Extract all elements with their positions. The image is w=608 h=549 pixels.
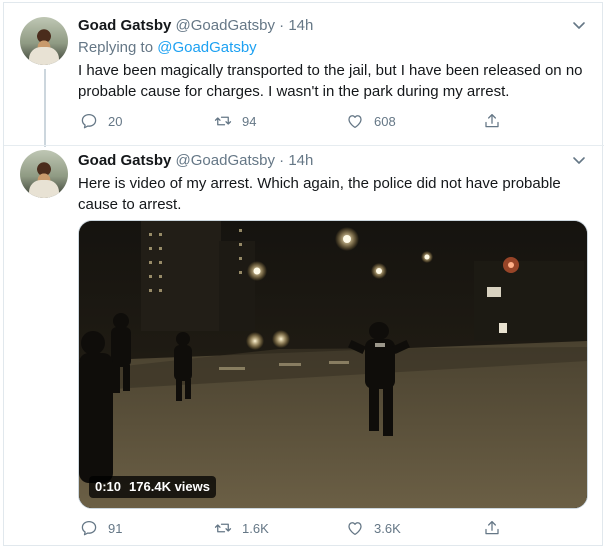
tweet-actions: 91 1.6K 3.6K xyxy=(78,518,508,538)
tweet[interactable]: Goad Gatsby @GoadGatsby · 14h Replying t… xyxy=(4,3,604,146)
reply-icon xyxy=(81,520,97,536)
tweet-text: Here is video of my arrest. Which again,… xyxy=(78,175,561,213)
tweet[interactable]: Goad Gatsby @GoadGatsby · 14h Here is vi… xyxy=(4,146,604,546)
reply-count: 20 xyxy=(108,113,123,129)
author-handle[interactable]: @GoadGatsby xyxy=(176,152,275,169)
reply-button[interactable]: 20 xyxy=(80,111,122,131)
video-duration: 0:10 xyxy=(95,479,122,494)
heart-icon xyxy=(348,522,362,536)
video-frame-night-street xyxy=(79,221,587,508)
author-handle[interactable]: @GoadGatsby xyxy=(176,17,275,34)
timestamp[interactable]: 14h xyxy=(288,17,313,34)
replying-to-label: Replying to xyxy=(78,39,154,56)
reply-count: 91 xyxy=(108,520,123,536)
avatar[interactable] xyxy=(20,150,68,198)
retweet-count: 1.6K xyxy=(242,520,269,536)
like-count: 3.6K xyxy=(374,520,401,536)
retweet-button[interactable]: 1.6K xyxy=(214,518,269,538)
share-button[interactable] xyxy=(483,518,511,538)
retweet-count: 94 xyxy=(242,113,257,129)
chevron-down-icon[interactable] xyxy=(572,153,586,167)
replying-to: Replying to @GoadGatsby xyxy=(78,38,588,58)
share-icon xyxy=(485,520,499,535)
tweet-header: Goad Gatsby @GoadGatsby · 14h xyxy=(78,16,588,36)
retweet-icon xyxy=(214,116,232,126)
retweet-icon xyxy=(214,523,232,533)
share-icon xyxy=(485,113,499,128)
share-button[interactable] xyxy=(483,111,511,131)
retweet-button[interactable]: 94 xyxy=(214,111,256,131)
video-player[interactable]: 0:10 176.4K views xyxy=(78,220,588,509)
author-name[interactable]: Goad Gatsby xyxy=(78,17,171,34)
tweet-thread: Goad Gatsby @GoadGatsby · 14h Replying t… xyxy=(3,2,604,546)
like-button[interactable]: 3.6K xyxy=(346,518,401,538)
like-button[interactable]: 608 xyxy=(346,111,396,131)
video-stats-badge: 0:10 176.4K views xyxy=(89,476,216,498)
avatar[interactable] xyxy=(20,17,68,65)
video-views: 176.4K views xyxy=(129,479,210,494)
tweet-actions: 20 94 608 xyxy=(78,111,508,131)
timestamp[interactable]: 14h xyxy=(288,152,313,169)
reply-icon xyxy=(81,113,97,129)
separator-dot: · xyxy=(279,17,285,34)
reply-mention-link[interactable]: @GoadGatsby xyxy=(157,39,256,56)
heart-icon xyxy=(348,115,362,129)
tweet-text: I have been magically transported to the… xyxy=(78,62,583,100)
reply-button[interactable]: 91 xyxy=(80,518,122,538)
chevron-down-icon[interactable] xyxy=(572,18,586,32)
like-count: 608 xyxy=(374,113,396,129)
separator-dot: · xyxy=(279,152,285,169)
tweet-header: Goad Gatsby @GoadGatsby · 14h xyxy=(78,151,588,171)
author-name[interactable]: Goad Gatsby xyxy=(78,152,171,169)
